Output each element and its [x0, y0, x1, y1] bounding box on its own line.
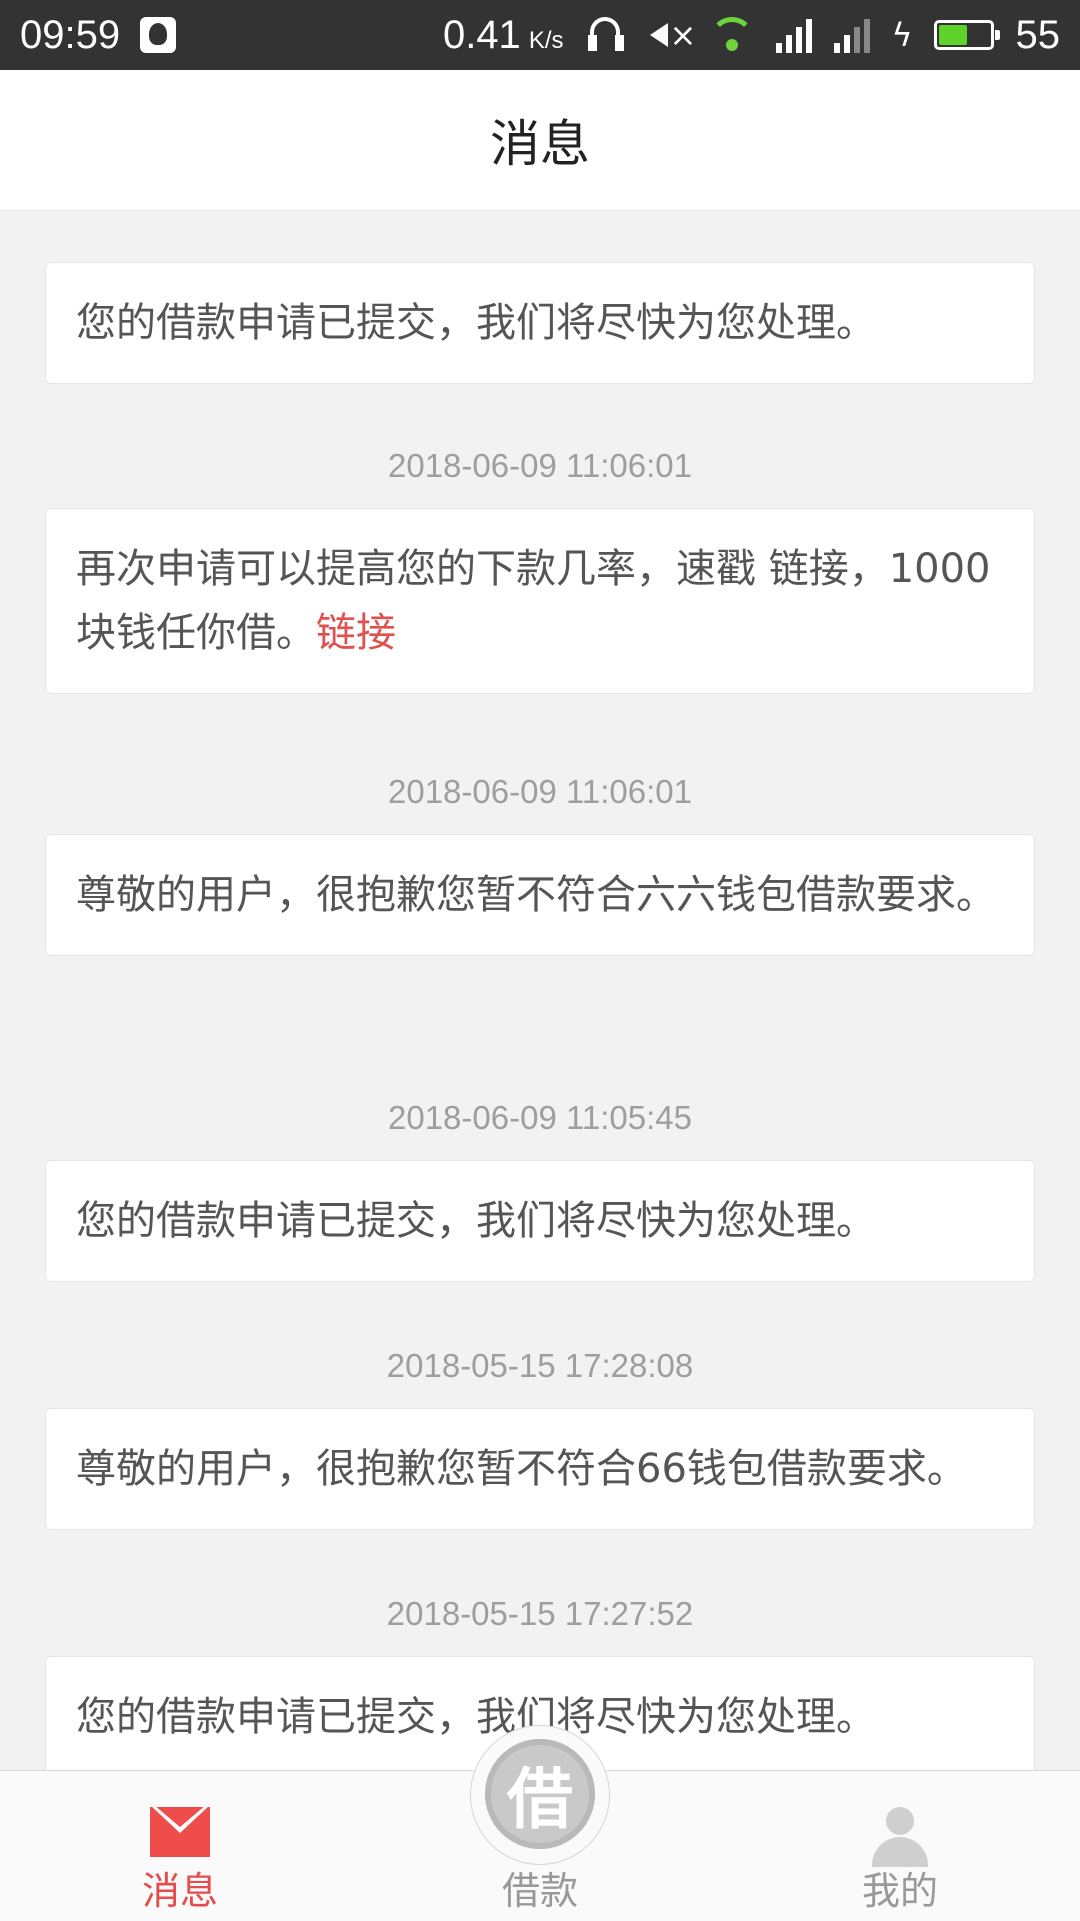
signal-4g-icon: 4G: [775, 0, 812, 53]
message-list[interactable]: 您的借款申请已提交，我们将尽快为您处理。 2018-06-09 11:06:01…: [0, 210, 1080, 1770]
nav-tab-messages[interactable]: 消息: [0, 1771, 360, 1921]
status-bar: 09:59 0.41 K/s 4G ϟ 55: [0, 0, 1080, 70]
message-card[interactable]: 尊敬的用户，很抱歉您暂不符合66钱包借款要求。: [45, 1408, 1035, 1530]
mute-icon: [648, 15, 696, 55]
borrow-icon[interactable]: 借: [485, 1739, 595, 1849]
message-text: 您的借款申请已提交，我们将尽快为您处理。: [76, 1198, 876, 1244]
message-card[interactable]: 您的借款申请已提交，我们将尽快为您处理。: [45, 262, 1035, 384]
status-right-group: 0.41 K/s 4G ϟ 55: [443, 0, 1061, 58]
nav-tab-mine-label: 我的: [861, 1869, 938, 1913]
signal-secondary-icon: [833, 17, 870, 53]
qq-icon: [140, 17, 177, 53]
network-speed-value: 0.41: [442, 12, 521, 57]
message-link[interactable]: 链接: [316, 610, 396, 656]
message-text: 您的借款申请已提交，我们将尽快为您处理。: [76, 300, 876, 346]
message-timestamp-row: 2018-06-09 11:06:01: [0, 446, 1080, 486]
message-timestamp-row: 2018-05-15 17:27:52: [0, 1594, 1080, 1634]
network-speed-unit: K/s: [528, 26, 564, 54]
message-text: 您的借款申请已提交，我们将尽快为您处理。: [76, 1694, 876, 1740]
message-timestamp: 2018-06-09 11:06:01: [388, 447, 692, 484]
battery-fill: [938, 25, 967, 45]
message-timestamp-row: 2018-06-09 11:05:45: [0, 1098, 1080, 1138]
message-timestamp-row: 2018-05-15 17:28:08: [0, 1346, 1080, 1386]
message-timestamp: 2018-05-15 17:28:08: [386, 1347, 694, 1384]
mail-icon: [150, 1807, 210, 1857]
message-text: 再次申请可以提高您的下款几率，速戳 链接，1000块钱任你借。: [76, 546, 991, 656]
message-text: 尊敬的用户，很抱歉您暂不符合六六钱包借款要求。: [76, 872, 996, 918]
network-speed: 0.41 K/s: [443, 13, 564, 58]
nav-tab-messages-label: 消息: [141, 1869, 218, 1913]
headphones-icon: [586, 15, 626, 55]
status-time: 09:59: [20, 12, 121, 57]
network-type-label: 4G: [776, 0, 796, 3]
message-text: 尊敬的用户，很抱歉您暂不符合66钱包借款要求。: [76, 1446, 967, 1492]
nav-tab-mine[interactable]: 我的: [720, 1771, 1080, 1921]
header: 消息: [0, 70, 1080, 211]
page-title: 消息: [490, 115, 590, 173]
charging-icon: ϟ: [891, 16, 913, 54]
nav-tab-borrow-label: 借款: [501, 1869, 578, 1913]
message-card[interactable]: 尊敬的用户，很抱歉您暂不符合六六钱包借款要求。: [45, 834, 1035, 956]
message-card[interactable]: 再次申请可以提高您的下款几率，速戳 链接，1000块钱任你借。链接: [45, 508, 1035, 694]
message-timestamp: 2018-06-09 11:05:45: [388, 1099, 692, 1136]
message-timestamp-row: 2018-06-09 11:06:01: [0, 772, 1080, 812]
wifi-icon: [709, 15, 754, 55]
message-card[interactable]: 您的借款申请已提交，我们将尽快为您处理。: [45, 1160, 1035, 1282]
signal-icon: [775, 17, 812, 53]
bottom-nav: 消息 借款 借 我的: [0, 1725, 1080, 1921]
message-timestamp: 2018-05-15 17:27:52: [386, 1595, 694, 1632]
borrow-icon-char: 借: [507, 1761, 573, 1838]
battery-icon: [933, 20, 1000, 50]
user-icon: [870, 1807, 930, 1867]
message-timestamp: 2018-06-09 11:06:01: [388, 773, 692, 810]
battery-percent: 55: [1015, 12, 1061, 57]
